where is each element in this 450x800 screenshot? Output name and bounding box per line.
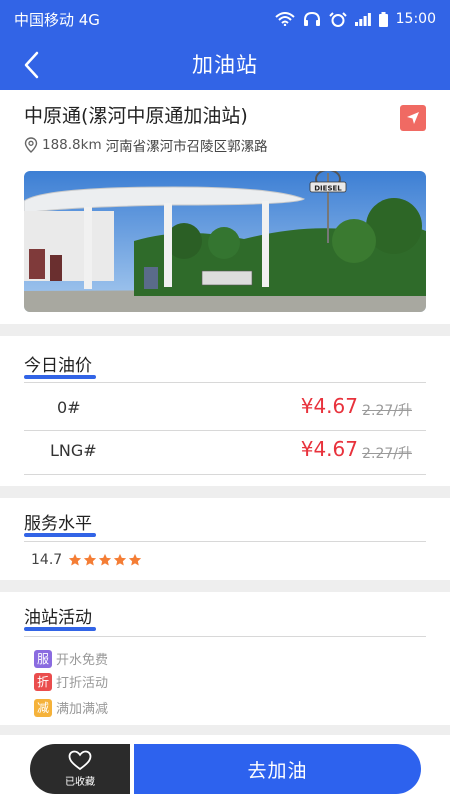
address-text: 河南省漯河市召陵区郭漯路 [105,139,268,155]
activity-badge: 折 [34,672,52,691]
status-bar: 中国移动 4G 15:00 [0,0,450,38]
navigation-arrow-icon [407,112,419,124]
address-row: 188.8km 河南省漯河市召陵区郭漯路 [24,135,268,155]
activities-title: 油站活动 [24,608,92,628]
price-row-0: 0# ¥4.67 2.27/升 [24,387,426,431]
station-info-card: 中原通(漯河中原通加油站) 188.8km 河南省漯河市召陵区郭漯路 DIESE… [0,90,450,324]
oil-price-title: 今日油价 [24,356,92,376]
distance: 188.8km [42,137,102,153]
fuel-grade: 0# [57,398,81,417]
bottom-action-bar: 已收藏 去加油 [0,735,450,800]
battery-icon [378,11,388,27]
alarm-icon [328,11,347,27]
navigate-button[interactable] [400,105,426,131]
service-section: 服务水平 14.7 [0,498,450,580]
activities-section: 油站活动 服 开水免费 折 打折活动 减 满加满减 [0,592,450,725]
fuel-grade: LNG# [50,441,97,460]
carrier-label: 中国移动 4G [14,10,100,29]
app-header: 中国移动 4G 15:00 加油站 [0,0,450,90]
original-price: 2.27/升 [362,403,412,419]
wifi-icon [274,12,295,26]
service-title: 服务水平 [24,514,92,534]
current-price: ¥4.67 [300,437,358,461]
nav-bar: 加油站 [0,38,450,90]
current-price: ¥4.67 [300,394,358,418]
activity-text: 开水免费 [56,653,109,668]
heart-icon [68,750,92,771]
activity-text: 打折活动 [56,676,109,691]
divider [24,541,426,542]
signal-icon [354,12,371,26]
section-underline [24,533,96,537]
star-icon [69,553,82,566]
clock-time: 15:00 [395,11,436,27]
favorite-button[interactable]: 已收藏 [30,744,130,794]
activity-item: 折 打折活动 [34,672,108,691]
activity-badge: 服 [34,649,52,668]
page-title: 加油站 [192,53,258,77]
original-price: 2.27/升 [362,446,412,462]
divider [24,636,426,637]
star-icon [99,553,112,566]
back-button[interactable] [14,48,48,82]
activity-item: 服 开水免费 [34,649,108,668]
station-name: 中原通(漯河中原通加油站) [24,105,248,127]
price-row-1: LNG# ¥4.67 2.27/升 [24,430,426,474]
service-score: 14.7 [31,552,63,568]
oil-price-section: 今日油价 0# ¥4.67 2.27/升 LNG# ¥4.67 2.27/升 [0,336,450,486]
chevron-left-icon [24,51,39,79]
status-icons: 15:00 [274,11,436,27]
photo-sign-text: DIESEL [314,185,342,193]
divider [24,382,426,383]
headphones-icon [303,12,320,26]
section-underline [24,627,96,631]
activity-badge: 减 [34,698,52,717]
star-icon [84,553,97,566]
activity-item: 减 满加满减 [34,698,108,717]
rating-row: 14.7 [31,552,142,568]
star-icon [114,553,127,566]
activity-text: 满加满减 [56,702,109,717]
divider [24,474,426,475]
star-rating [68,553,142,567]
section-underline [24,375,96,379]
station-photo: DIESEL [24,171,426,312]
favorite-label: 已收藏 [65,777,95,788]
go-refuel-button[interactable]: 去加油 [134,744,421,794]
location-pin-icon [24,137,38,153]
star-icon [129,553,142,566]
